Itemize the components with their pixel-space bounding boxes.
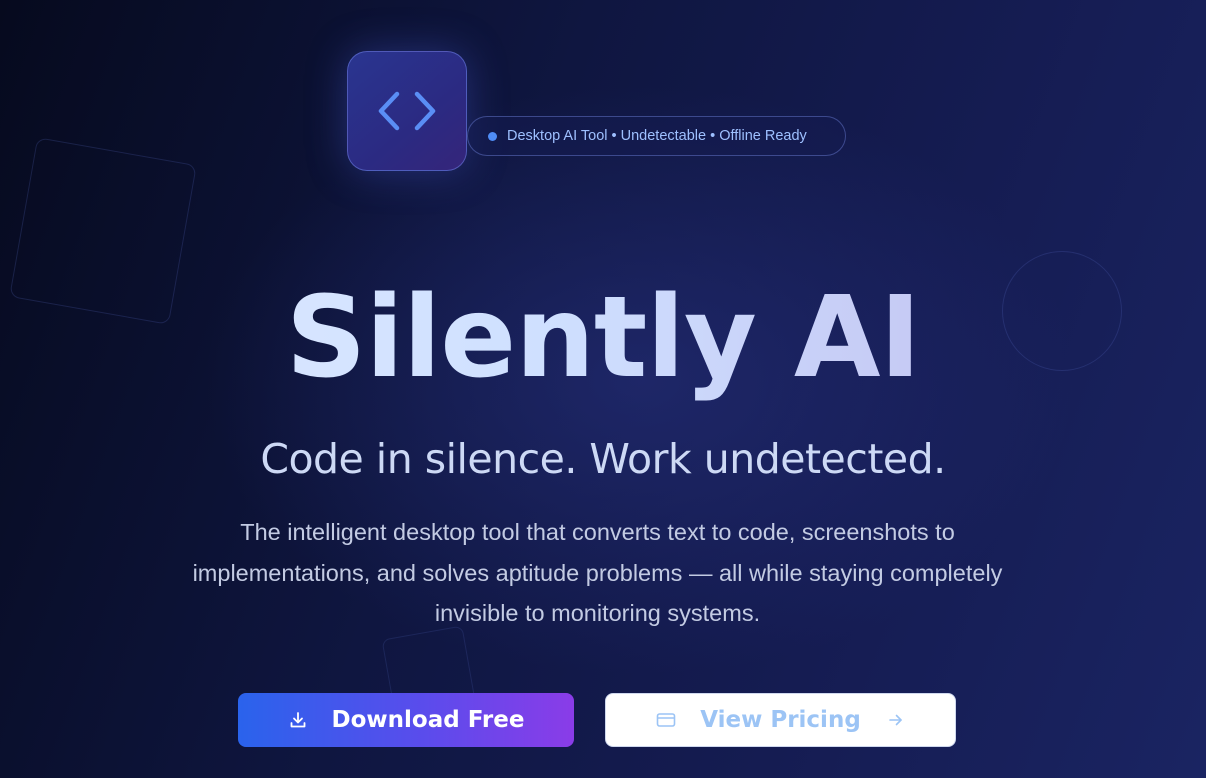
download-free-label: Download Free xyxy=(331,707,525,733)
hero-title: Silently AI xyxy=(0,268,1206,408)
feature-badge-text: Desktop AI Tool • Undetectable • Offline… xyxy=(507,128,807,144)
download-icon xyxy=(288,710,308,730)
code-brackets-icon xyxy=(377,89,437,133)
view-pricing-button[interactable]: View Pricing xyxy=(605,693,956,747)
hero-subtitle: Code in silence. Work undetected. xyxy=(260,435,946,483)
hero-description: The intelligent desktop tool that conver… xyxy=(192,519,1003,626)
status-dot-icon xyxy=(488,131,497,141)
view-pricing-label: View Pricing xyxy=(700,707,861,733)
app-logo xyxy=(347,51,467,171)
download-free-button[interactable]: Download Free xyxy=(238,693,574,747)
credit-card-icon xyxy=(656,712,676,728)
feature-badge: Desktop AI Tool • Undetectable • Offline… xyxy=(467,116,846,156)
arrow-right-icon xyxy=(887,712,905,728)
